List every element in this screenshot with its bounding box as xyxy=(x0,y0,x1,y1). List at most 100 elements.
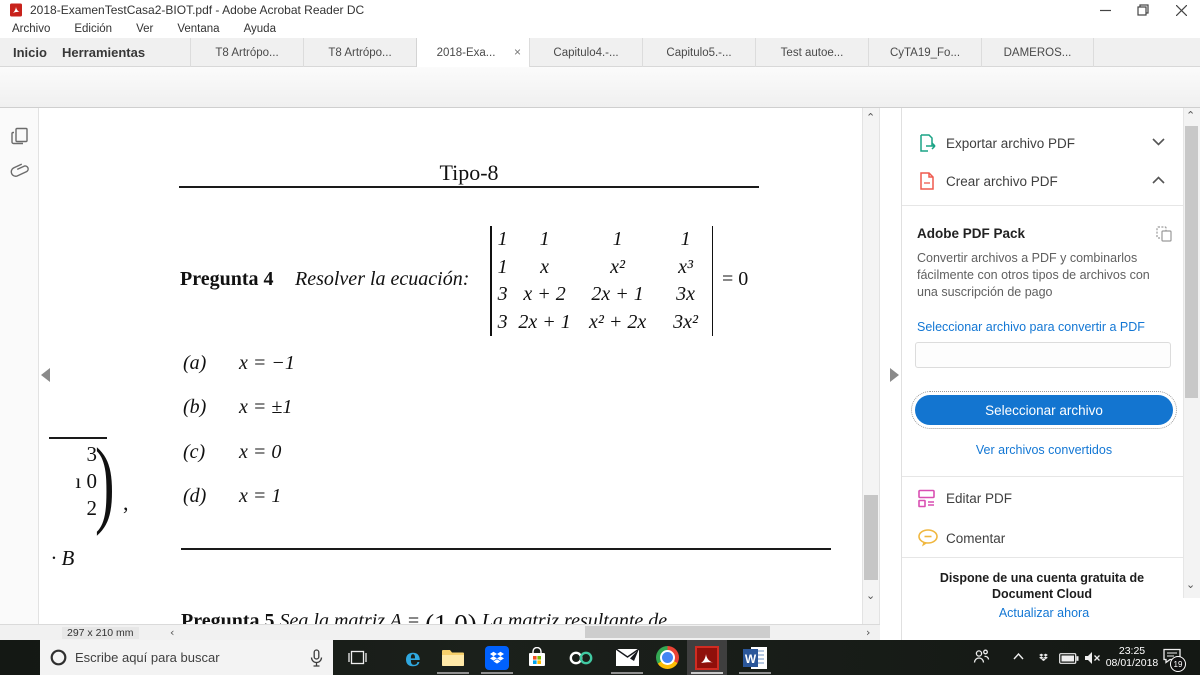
edge-icon[interactable]: e xyxy=(393,640,433,675)
edit-pdf-icon xyxy=(917,488,937,508)
cortana-icon xyxy=(50,649,67,666)
clipped-matrix-entry: 2 xyxy=(86,496,98,520)
acrobat-pdf-icon xyxy=(9,3,23,17)
section-rule xyxy=(181,548,831,550)
select-file-button[interactable]: Seleccionar archivo xyxy=(911,391,1177,429)
chrome-icon[interactable] xyxy=(647,640,687,675)
task-view-button[interactable] xyxy=(337,640,377,675)
pack-title: Adobe PDF Pack xyxy=(917,226,1026,241)
tray-dropbox-icon[interactable] xyxy=(1036,650,1051,665)
scroll-down-icon[interactable]: ⌄ xyxy=(866,589,875,602)
equation-equals: = 0 xyxy=(722,268,749,290)
doc-tab-3[interactable]: Capitulo4.-... xyxy=(529,38,642,67)
next-view-arrow[interactable] xyxy=(890,368,899,382)
window-title: 2018-ExamenTestCasa2-BIOT.pdf - Adobe Ac… xyxy=(30,3,365,17)
doc-tab-2[interactable]: T8 Artrópo... xyxy=(303,38,416,67)
view-converted-link[interactable]: Ver archivos convertidos xyxy=(915,443,1173,457)
doc-tab-active[interactable]: 2018-Exa... × xyxy=(416,38,529,67)
tray-chevron-up-icon[interactable] xyxy=(1013,653,1024,660)
tab-close-icon[interactable]: × xyxy=(514,45,521,59)
answer-option-d: (d) x = 1 xyxy=(183,485,282,507)
scroll-up-icon[interactable]: ⌃ xyxy=(866,111,875,124)
previous-view-arrow[interactable] xyxy=(41,368,50,382)
menu-ayuda[interactable]: Ayuda xyxy=(232,23,288,35)
doc-tab-6[interactable]: CyTA19_Fo... xyxy=(868,38,981,67)
taskbar-search-input[interactable]: Escribe aquí para buscar xyxy=(40,640,333,675)
battery-icon[interactable] xyxy=(1059,653,1079,664)
microsoft-store-icon[interactable] xyxy=(517,640,557,675)
document-scrollbar-thumb[interactable] xyxy=(864,495,878,580)
menu-ver[interactable]: Ver xyxy=(124,23,165,35)
panel-divider xyxy=(901,108,902,640)
close-button[interactable] xyxy=(1162,0,1200,20)
panel-divider-line xyxy=(902,205,1183,206)
doc-tab-4[interactable]: Capitulo5.-... xyxy=(642,38,755,67)
infinity-app-icon[interactable] xyxy=(561,640,601,675)
attachments-paperclip-icon[interactable] xyxy=(10,162,30,182)
left-panel-rail xyxy=(0,108,39,624)
clock-date[interactable]: 08/01/2018 xyxy=(1102,657,1162,669)
tab-inicio[interactable]: Inicio xyxy=(13,45,47,60)
export-pdf-item[interactable]: Exportar archivo PDF xyxy=(946,136,1075,151)
chevron-up-icon[interactable] xyxy=(1152,176,1165,184)
horizontal-scrollbar-thumb[interactable] xyxy=(585,626,770,638)
active-app-indicator xyxy=(691,672,723,674)
document-cloud-text: Dispone de una cuenta gratuita de Docume… xyxy=(939,571,1145,601)
acrobat-taskbar-icon[interactable] xyxy=(687,640,727,675)
doc-tab-7[interactable]: DAMEROS... xyxy=(981,38,1094,67)
clipped-matrix-paren: ) xyxy=(95,429,115,537)
matrix-right-bar xyxy=(711,226,714,336)
file-explorer-icon[interactable] xyxy=(433,640,473,675)
comment-item[interactable]: Comentar xyxy=(946,531,1005,546)
edit-pdf-item[interactable]: Editar PDF xyxy=(946,491,1012,506)
scroll-right-icon[interactable]: › xyxy=(866,626,870,639)
minimize-button[interactable] xyxy=(1086,0,1124,20)
file-input-field[interactable] xyxy=(915,342,1171,368)
create-pdf-item[interactable]: Crear archivo PDF xyxy=(946,174,1058,189)
page-size-label: 297 x 210 mm xyxy=(62,627,139,639)
next-question-preview: Pregunta 5 Sea la matriz A = (1 0) La ma… xyxy=(181,609,668,624)
update-now-link[interactable]: Actualizar ahora xyxy=(915,606,1173,620)
panel-divider-line xyxy=(902,476,1183,477)
mail-icon[interactable] xyxy=(607,640,647,675)
create-pdf-icon xyxy=(917,171,937,191)
panel-divider-line xyxy=(902,557,1183,558)
menu-ventana[interactable]: Ventana xyxy=(165,23,231,35)
title-bar: 2018-ExamenTestCasa2-BIOT.pdf - Adobe Ac… xyxy=(0,0,1200,20)
answer-option-a: (a) x = −1 xyxy=(183,352,295,374)
restore-button[interactable] xyxy=(1124,0,1162,20)
scroll-left-icon[interactable]: ‹ xyxy=(170,626,174,639)
volume-muted-icon[interactable] xyxy=(1084,651,1101,665)
microphone-icon[interactable] xyxy=(310,648,323,667)
answer-option-b: (b) x = ±1 xyxy=(183,396,293,418)
clock: 23:25 08/01/2018 xyxy=(1102,645,1162,669)
heading-rule xyxy=(179,186,759,188)
panel-scrollbar-thumb[interactable] xyxy=(1185,126,1198,398)
panel-scroll-up-icon[interactable]: ⌃ xyxy=(1186,109,1195,122)
doc-tab-5[interactable]: Test autoe... xyxy=(755,38,868,67)
pack-description: Convertir archivos a PDF y combinarlos f… xyxy=(917,251,1150,299)
section-heading: Tipo-8 xyxy=(439,160,499,185)
open-app-indicator xyxy=(437,672,469,674)
dropbox-icon[interactable] xyxy=(477,640,517,675)
clipped-matrix-entry: 3 xyxy=(86,442,98,466)
pdf-page[interactable]: Tipo-8 Pregunta 4 Resolver la ecuación: … xyxy=(39,108,862,624)
search-placeholder: Escribe aquí para buscar xyxy=(75,650,220,665)
convert-file-link[interactable]: Seleccionar archivo para convertir a PDF xyxy=(917,320,1145,334)
page-thumbnails-icon[interactable] xyxy=(10,126,30,146)
clock-time[interactable]: 23:25 xyxy=(1102,645,1162,657)
clipped-matrix-entry: ı 0 xyxy=(75,469,97,493)
menu-bar: Archivo Edición Ver Ventana Ayuda xyxy=(0,20,1200,38)
menu-edicion[interactable]: Edición xyxy=(62,23,124,35)
chevron-down-icon[interactable] xyxy=(1152,138,1165,146)
comment-icon xyxy=(917,528,939,548)
notification-badge: 19 xyxy=(1170,656,1186,672)
pack-docs-icon xyxy=(1155,226,1173,242)
people-icon[interactable] xyxy=(972,648,990,666)
panel-scroll-down-icon[interactable]: ⌄ xyxy=(1186,578,1195,591)
menu-archivo[interactable]: Archivo xyxy=(0,23,62,35)
open-app-indicator xyxy=(481,672,513,674)
tab-herramientas[interactable]: Herramientas xyxy=(62,45,145,60)
doc-tab-1[interactable]: T8 Artrópo... xyxy=(190,38,303,67)
word-icon[interactable]: W xyxy=(735,640,775,675)
